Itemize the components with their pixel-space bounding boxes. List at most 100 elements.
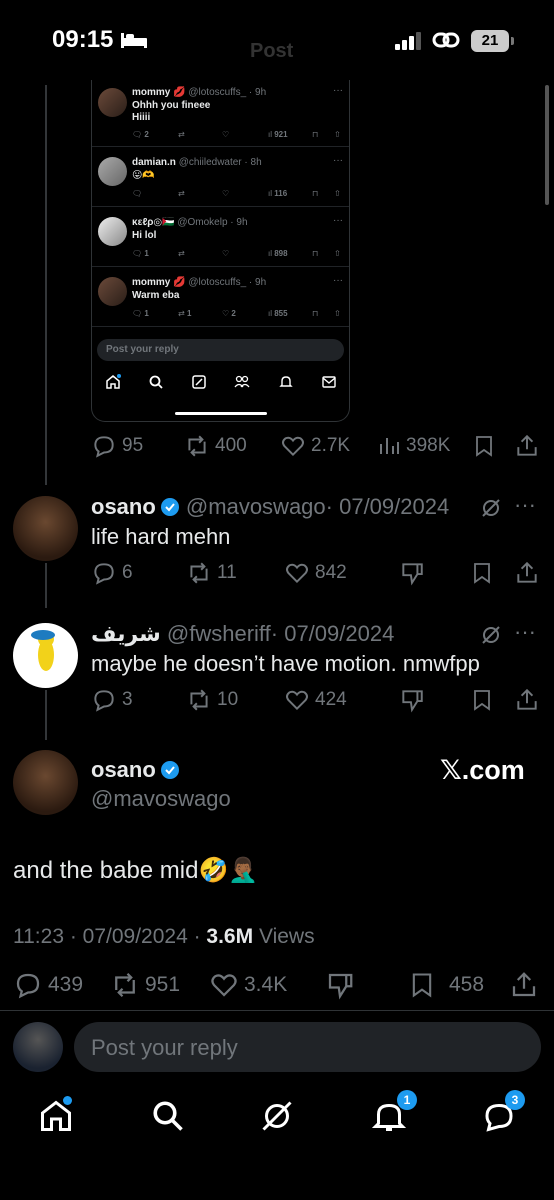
- handle: @mavoswago: [91, 786, 231, 811]
- signal-icon: [395, 31, 423, 51]
- scrollbar[interactable]: [545, 85, 549, 205]
- repost-button[interactable]: 10: [186, 687, 238, 713]
- display-name[interactable]: شريف: [91, 621, 161, 646]
- grok-icon: [262, 1101, 292, 1131]
- new-posts-dot: [63, 1096, 72, 1105]
- reply-post[interactable]: شريف @fwsheriff· 07/09/2024 ··· maybe he…: [0, 612, 554, 730]
- thread-line: [45, 85, 47, 485]
- repost-count: 10: [217, 689, 239, 710]
- bell-icon: [279, 376, 293, 387]
- like-button[interactable]: 3.4K: [209, 970, 287, 1000]
- bookmark-count: 458: [449, 973, 485, 996]
- handle: @mavoswago: [185, 494, 326, 519]
- reply-input[interactable]: Post your reply: [74, 1022, 541, 1072]
- embedded-text: 😛🫶: [132, 170, 155, 181]
- views-button[interactable]: 398K: [377, 433, 450, 459]
- tab-search[interactable]: [150, 1098, 186, 1134]
- repost-count: 11: [217, 562, 237, 583]
- post-text: maybe he doesn’t have motion. nmwfpp: [91, 651, 480, 676]
- post-meta: 11:23 · 07/09/2024 · 3.6M Views: [13, 925, 315, 949]
- bookmark-button[interactable]: [470, 687, 499, 713]
- tab-notifications[interactable]: 1: [371, 1090, 417, 1134]
- reply-count: 6: [122, 562, 133, 583]
- reply-count: 95: [122, 435, 144, 456]
- avatar: [98, 157, 127, 186]
- downvote-button[interactable]: [325, 970, 360, 1000]
- tab-bar: 1 3: [0, 1090, 554, 1150]
- repost-button[interactable]: 951: [110, 970, 180, 1000]
- more-icon[interactable]: ···: [514, 619, 536, 645]
- post-actions: 95 400 2.7K 398K: [91, 433, 541, 461]
- tab-home[interactable]: [38, 1096, 74, 1134]
- embedded-handle: @chiiledwater · 8h: [178, 157, 262, 168]
- post-header: شريف @fwsheriff· 07/09/2024: [91, 621, 394, 647]
- grok-icon[interactable]: [480, 497, 502, 519]
- repost-button[interactable]: 400: [184, 433, 247, 459]
- embedded-name: mommy 💋: [132, 87, 186, 98]
- reply-button[interactable]: 95: [91, 433, 143, 459]
- bookmark-button[interactable]: [472, 433, 501, 459]
- share-button[interactable]: [514, 687, 545, 713]
- reply-button[interactable]: 3: [91, 687, 133, 713]
- repost-count: 951: [145, 973, 181, 996]
- post-author[interactable]: osano: [91, 757, 180, 783]
- reply-button[interactable]: 439: [13, 970, 83, 1000]
- embedded-reply: mommy 💋 @lotoscuffs_ · 9h ··· Ohhh you f…: [92, 80, 349, 147]
- share-button[interactable]: [514, 560, 545, 586]
- like-count: 3.4K: [244, 973, 288, 996]
- like-button[interactable]: 842: [284, 560, 347, 586]
- link-icon: [432, 29, 460, 51]
- share-button[interactable]: [514, 433, 545, 459]
- repost-button[interactable]: 11: [186, 560, 237, 586]
- reply-count: 439: [48, 973, 84, 996]
- embedded-handle: @lotoscuffs_ · 9h: [188, 277, 267, 288]
- embedded-text: Hi lol: [132, 230, 157, 241]
- bookmark-button[interactable]: 458: [408, 970, 484, 1000]
- display-name[interactable]: osano: [91, 494, 156, 519]
- battery-tip: [511, 37, 514, 45]
- avatar[interactable]: [13, 496, 78, 561]
- home-indicator: [175, 412, 267, 415]
- post-timestamp: 11:23 · 07/09/2024 ·: [13, 925, 207, 948]
- repost-count: 400: [215, 435, 247, 456]
- home-icon: [106, 374, 121, 389]
- embedded-tabbar: [92, 370, 349, 398]
- current-user-avatar[interactable]: [13, 1022, 63, 1072]
- post-actions: 6 11 842: [91, 560, 541, 588]
- embedded-reply-input: Post your reply: [97, 339, 344, 361]
- avatar[interactable]: [13, 750, 78, 815]
- tab-grok[interactable]: [259, 1098, 295, 1134]
- downvote-button[interactable]: [399, 560, 430, 586]
- search-icon: [149, 375, 163, 389]
- share-button[interactable]: [509, 970, 544, 1000]
- post-text: and the babe mid🤣🤦🏾‍♂️: [13, 857, 259, 884]
- tab-messages[interactable]: 3: [481, 1090, 525, 1134]
- more-icon[interactable]: ···: [514, 492, 536, 518]
- reply-button[interactable]: 6: [91, 560, 133, 586]
- search-icon: [153, 1101, 183, 1131]
- embedded-screenshot[interactable]: mommy 💋 @lotoscuffs_ · 9h ··· Ohhh you f…: [91, 80, 350, 422]
- post-actions: 439 951 3.4K 458: [13, 970, 543, 1000]
- embedded-text: Ohhh you fineee: [132, 100, 211, 111]
- embedded-name: damian.n: [132, 157, 176, 168]
- like-button[interactable]: 424: [284, 687, 347, 713]
- like-button[interactable]: 2.7K: [280, 433, 350, 459]
- mail-icon: [322, 376, 336, 388]
- display-name[interactable]: osano: [91, 757, 156, 782]
- post-date: · 07/09/2024: [325, 494, 450, 519]
- source-watermark: 𝕏.com: [440, 755, 525, 785]
- grok-icon[interactable]: [480, 624, 502, 646]
- downvote-button[interactable]: [399, 687, 430, 713]
- status-bar: 09:15 Post 21: [0, 0, 554, 205]
- embedded-handle: @Omokelp · 9h: [177, 217, 248, 228]
- more-icon: ···: [333, 155, 343, 166]
- bookmark-button[interactable]: [470, 560, 499, 586]
- reply-post[interactable]: osano @mavoswago· 07/09/2024 ··· life ha…: [0, 485, 554, 603]
- verified-badge-icon: [160, 497, 180, 517]
- reply-count: 3: [122, 689, 133, 710]
- views-label: Views: [253, 925, 315, 948]
- avatar: [98, 88, 127, 117]
- verified-badge-icon: [160, 760, 180, 780]
- embedded-reply: mommy 💋 @lotoscuffs_ · 9h ··· Warm eba 🗨…: [92, 267, 349, 327]
- avatar[interactable]: [13, 623, 78, 688]
